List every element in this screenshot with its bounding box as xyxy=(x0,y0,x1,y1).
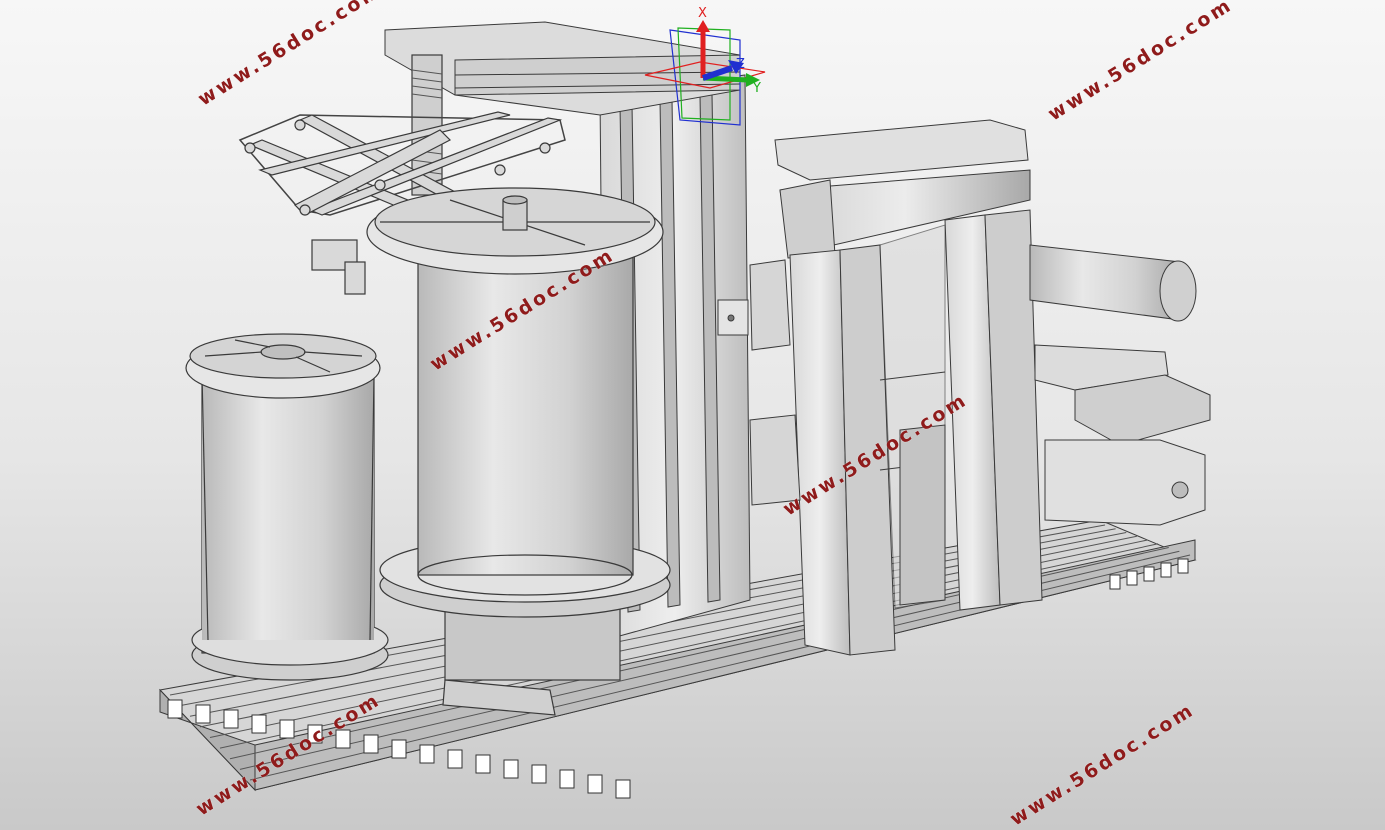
cad-viewport[interactable]: X Y Z www.56doc.com www.56doc.com www.56… xyxy=(0,0,1385,830)
base-slot xyxy=(503,759,519,779)
coordinate-triad: X Y Z xyxy=(644,6,766,126)
base-slot xyxy=(1109,574,1121,590)
base-slot xyxy=(223,709,239,729)
axis-x-label: X xyxy=(698,6,707,21)
base-slot xyxy=(559,769,575,789)
base-slot xyxy=(1177,558,1189,574)
base-slot xyxy=(167,699,183,719)
base-slot xyxy=(419,744,435,764)
base-slot xyxy=(587,774,603,794)
base-slot xyxy=(475,754,491,774)
base-slot xyxy=(531,764,547,784)
base-slot xyxy=(447,749,463,769)
base-slot xyxy=(363,734,379,754)
base-slot xyxy=(1143,566,1155,582)
base-slot xyxy=(1160,562,1172,578)
base-slot xyxy=(615,779,631,799)
base-slot xyxy=(279,719,295,739)
base-slot xyxy=(251,714,267,734)
small-reel xyxy=(185,333,389,681)
base-slot xyxy=(1126,570,1138,586)
axis-z-label: Z xyxy=(736,57,745,72)
base-slot xyxy=(195,704,211,724)
axis-y-label: Y xyxy=(752,81,761,96)
base-slot xyxy=(391,739,407,759)
